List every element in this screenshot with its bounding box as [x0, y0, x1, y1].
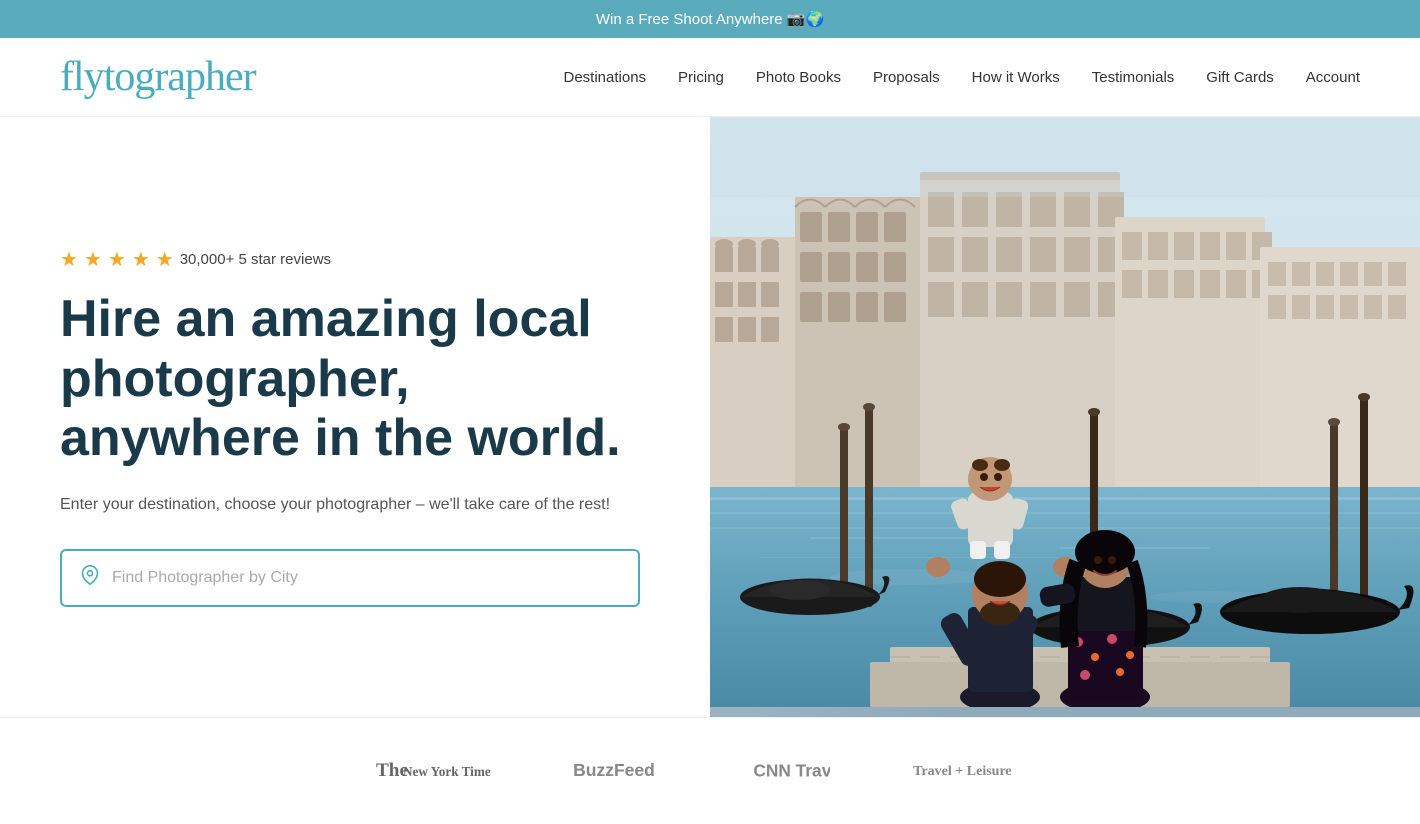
hero-image-area: [710, 117, 1420, 717]
star-1: ★: [60, 247, 78, 272]
star-5: ★: [156, 247, 174, 272]
nav-testimonials[interactable]: Testimonials: [1092, 69, 1175, 86]
location-pin-icon: [80, 565, 100, 591]
hero-left: ★ ★ ★ ★ ★ 30,000+ 5 star reviews Hire an…: [0, 117, 710, 717]
search-placeholder-text: Find Photographer by City: [112, 569, 298, 587]
main-nav: Destinations Pricing Photo Books Proposa…: [564, 69, 1361, 86]
svg-text:BuzzFeed: BuzzFeed: [573, 759, 655, 779]
press-logo-traveler: Travel + Leisure: [910, 748, 1050, 794]
nav-gift-cards[interactable]: Gift Cards: [1206, 69, 1274, 86]
hero-photo: [710, 117, 1420, 717]
star-2: ★: [84, 247, 102, 272]
press-logo-buzzfeed: BuzzFeed: [570, 749, 670, 794]
nav-proposals[interactable]: Proposals: [873, 69, 940, 86]
press-logo-nyt: The New York Times: [370, 748, 490, 794]
city-search-box[interactable]: Find Photographer by City: [60, 549, 640, 607]
nav-account[interactable]: Account: [1306, 69, 1360, 86]
svg-text:CNN Travel: CNN Travel: [753, 760, 830, 780]
site-logo[interactable]: flytographer: [60, 56, 256, 98]
press-logos-section: The New York Times BuzzFeed CNN Travel T…: [0, 717, 1420, 824]
promo-banner: Win a Free Shoot Anywhere 📷🌍: [0, 0, 1420, 38]
svg-text:New York Times: New York Times: [403, 764, 490, 779]
nav-pricing[interactable]: Pricing: [678, 69, 724, 86]
svg-text:Travel + Leisure: Travel + Leisure: [913, 764, 1011, 779]
stars-row: ★ ★ ★ ★ ★ 30,000+ 5 star reviews: [60, 247, 650, 272]
nav-destinations[interactable]: Destinations: [564, 69, 647, 86]
hero-subtitle: Enter your destination, choose your phot…: [60, 493, 650, 517]
reviews-count: 30,000+ 5 star reviews: [180, 251, 331, 268]
hero-section: ★ ★ ★ ★ ★ 30,000+ 5 star reviews Hire an…: [0, 117, 1420, 717]
site-header: flytographer Destinations Pricing Photo …: [0, 38, 1420, 117]
star-3: ★: [108, 247, 126, 272]
hero-title: Hire an amazing local photographer, anyw…: [60, 290, 650, 469]
star-4: ★: [132, 247, 150, 272]
banner-text: Win a Free Shoot Anywhere 📷🌍: [596, 11, 824, 28]
nav-how-it-works[interactable]: How it Works: [972, 69, 1060, 86]
nav-photo-books[interactable]: Photo Books: [756, 69, 841, 86]
press-logo-cnn: CNN Travel: [750, 749, 830, 794]
